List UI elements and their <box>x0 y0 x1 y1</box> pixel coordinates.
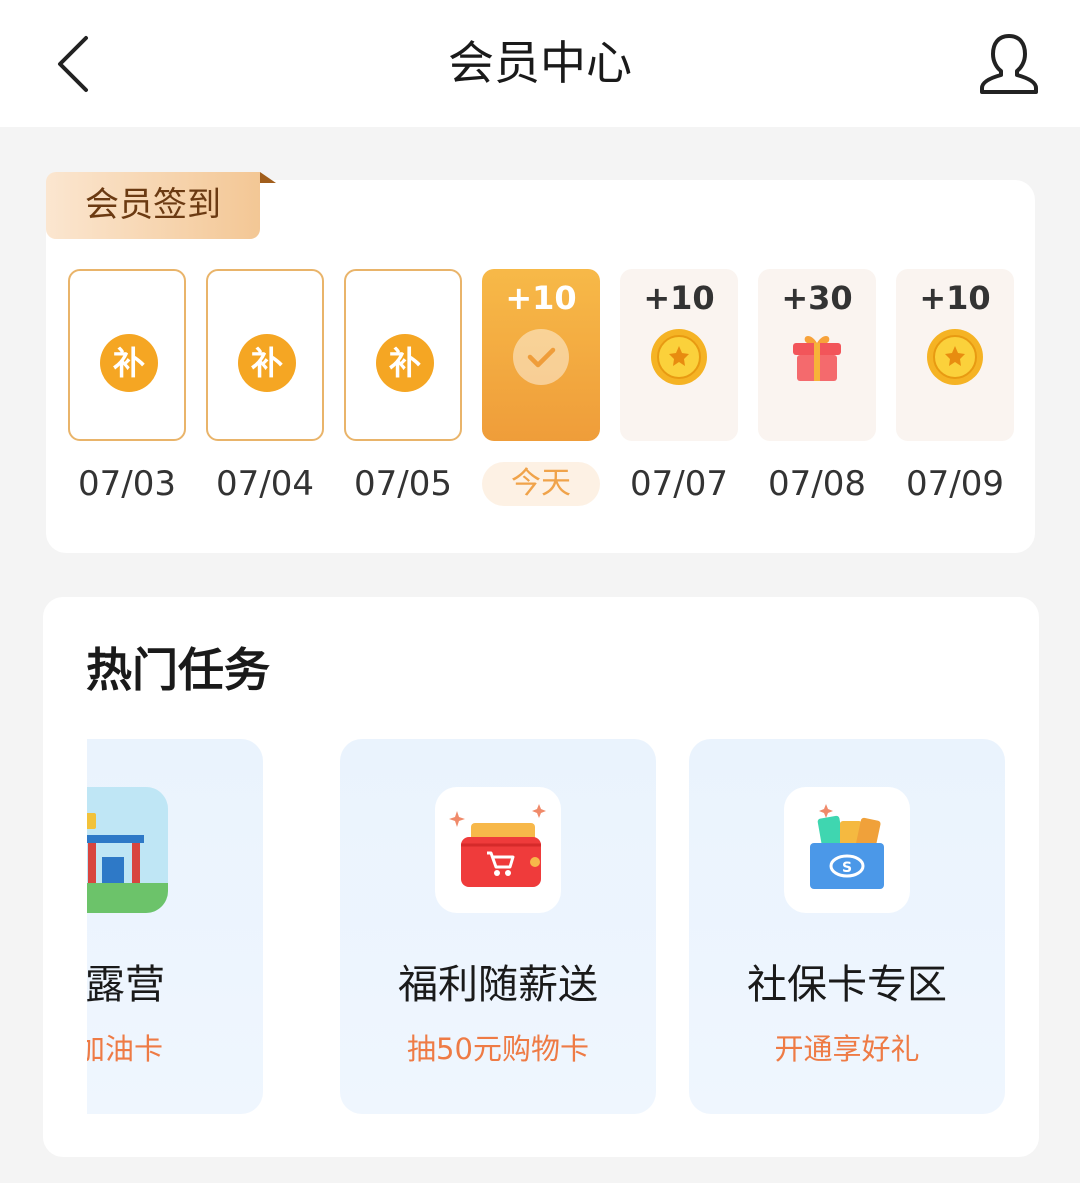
checkin-day-0703[interactable]: 补 <box>68 269 186 441</box>
date-label: 07/04 <box>216 464 314 504</box>
coin-icon <box>651 329 707 385</box>
date-label: 07/09 <box>906 464 1004 504</box>
date-label-today: 今天 <box>482 462 600 506</box>
gas-card-icon <box>87 787 168 913</box>
social-security-card-icon: S <box>784 787 910 913</box>
task-name: 云露营 <box>87 962 165 1008</box>
makeup-badge-icon: 补 <box>238 334 296 392</box>
task-subtitle: 抽50元购物卡 <box>407 1032 589 1066</box>
profile-button[interactable] <box>974 30 1044 96</box>
checkin-day-0707: +10 <box>620 269 738 441</box>
gift-icon <box>793 336 841 381</box>
coin-icon <box>927 329 983 385</box>
section-title: 热门任务 <box>86 643 270 697</box>
checkin-day-0704[interactable]: 补 <box>206 269 324 441</box>
task-name: 社保卡专区 <box>747 962 947 1008</box>
task-name: 福利随薪送 <box>398 962 598 1008</box>
points-label: +10 <box>505 279 577 317</box>
task-item-social-security[interactable]: S 社保卡专区 开通享好礼 <box>689 739 1005 1114</box>
top-bar: 会员中心 <box>0 0 1080 127</box>
points-label: +10 <box>643 279 715 317</box>
svg-text:补: 补 <box>389 344 421 382</box>
points-label: +30 <box>781 279 853 317</box>
wallet-icon <box>435 787 561 913</box>
svg-text:补: 补 <box>251 344 283 382</box>
date-label: 07/08 <box>768 464 866 504</box>
date-label: 07/05 <box>354 464 452 504</box>
svg-text:S: S <box>842 860 852 876</box>
task-item-welfare[interactable]: 福利随薪送 抽50元购物卡 <box>340 739 656 1114</box>
checkin-day-0708: +30 <box>758 269 876 441</box>
task-subtitle: 开通享好礼 <box>774 1032 920 1066</box>
task-subtitle: 元加油卡 <box>87 1032 163 1066</box>
user-icon <box>980 34 1038 94</box>
date-label: 07/03 <box>78 464 176 504</box>
checkin-day-0709: +10 <box>896 269 1014 441</box>
check-icon <box>513 329 569 385</box>
svg-text:补: 补 <box>113 344 145 382</box>
checkin-day-today[interactable]: +10 <box>482 269 600 441</box>
checkin-ribbon: 会员签到 <box>46 172 260 239</box>
date-label: 07/07 <box>630 464 728 504</box>
checkin-day-0705[interactable]: 补 <box>344 269 462 441</box>
hot-tasks-card: 热门任务 云露营 元加油卡 <box>43 597 1039 1157</box>
task-item-camping[interactable]: 云露营 元加油卡 <box>87 739 263 1114</box>
makeup-badge-icon: 补 <box>100 334 158 392</box>
points-label: +10 <box>919 279 991 317</box>
makeup-badge-icon: 补 <box>376 334 434 392</box>
page-title: 会员中心 <box>448 36 632 90</box>
ribbon-fold <box>260 172 276 183</box>
task-carousel[interactable]: 云露营 元加油卡 福利随薪送 抽50元购物卡 <box>87 739 1039 1114</box>
